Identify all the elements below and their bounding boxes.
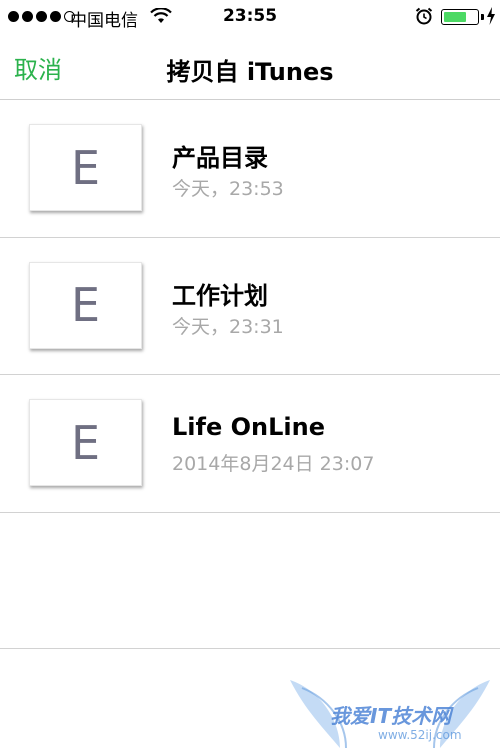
page-title: 拷贝自 iTunes xyxy=(166,58,334,86)
file-thumbnail-letter: E xyxy=(70,415,101,470)
file-thumbnail: E xyxy=(29,124,142,211)
file-name: Life OnLine xyxy=(172,413,325,441)
file-row[interactable]: E 工作计划 今天，23:31 xyxy=(0,238,500,375)
file-name: 产品目录 xyxy=(172,144,268,172)
watermark-text: 我爱IT技术网 xyxy=(330,704,452,728)
battery-tip xyxy=(481,14,484,20)
file-thumbnail: E xyxy=(29,399,142,486)
divider xyxy=(0,648,500,649)
file-row[interactable]: E 产品目录 今天，23:53 xyxy=(0,100,500,238)
file-thumbnail: E xyxy=(29,261,142,349)
status-bar: 中国电信 23:55 xyxy=(0,0,500,34)
watermark-url: www.52ij.com xyxy=(378,728,462,742)
battery-level xyxy=(444,12,467,22)
charging-bolt-icon xyxy=(487,7,495,25)
file-date: 今天，23:53 xyxy=(172,178,284,200)
screen: 中国电信 23:55 取消 拷贝自 iTunes E 产品目录 今天，23:53… xyxy=(0,0,500,750)
file-thumbnail-letter: E xyxy=(70,140,101,195)
alarm-icon xyxy=(415,7,433,25)
battery-icon xyxy=(441,9,479,25)
navigation-bar: 取消 拷贝自 iTunes xyxy=(0,34,500,100)
file-date: 2014年8月24日 23:07 xyxy=(172,453,375,475)
file-row[interactable]: E Life OnLine 2014年8月24日 23:07 xyxy=(0,375,500,513)
file-list: E 产品目录 今天，23:53 E 工作计划 今天，23:31 E Life O… xyxy=(0,100,500,513)
file-date: 今天，23:31 xyxy=(172,315,284,338)
file-name: 工作计划 xyxy=(172,281,268,310)
file-thumbnail-letter: E xyxy=(70,278,101,332)
